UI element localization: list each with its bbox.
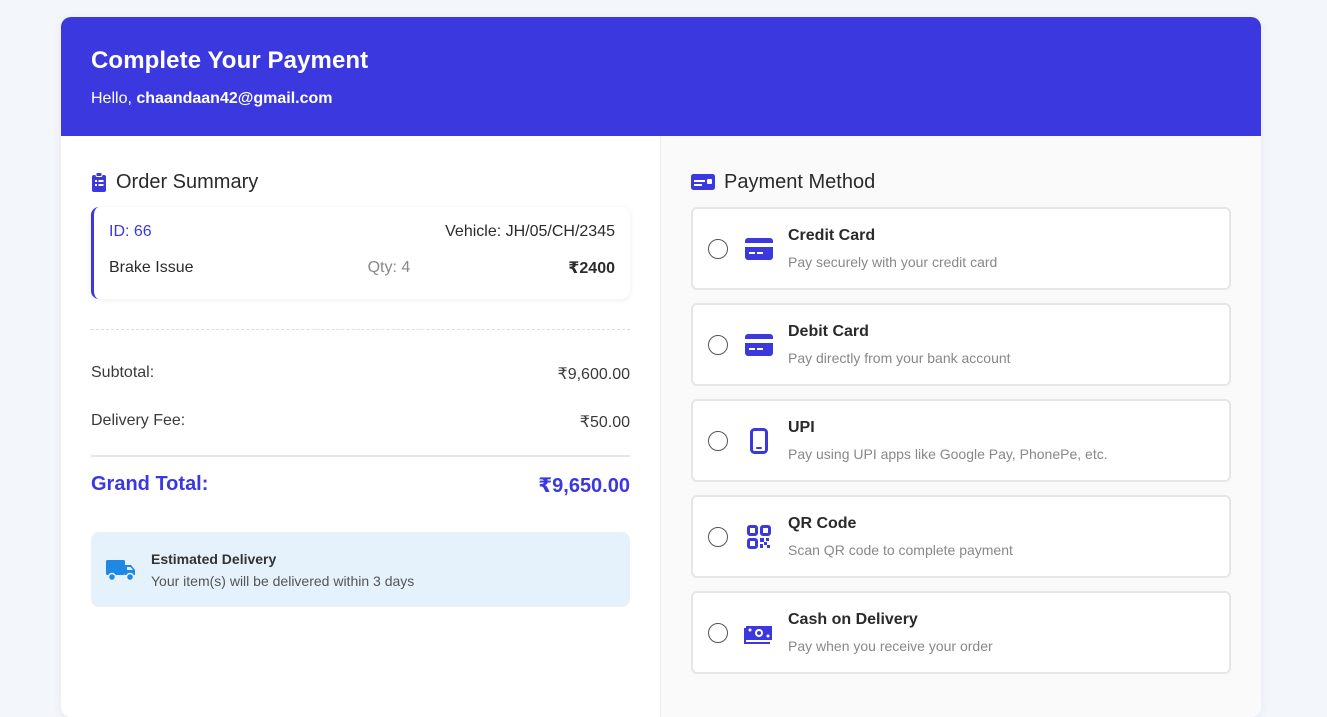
- order-item-price: ₹2400: [568, 260, 615, 277]
- credit-card-title: Credit Card: [788, 227, 876, 244]
- debit-card-radio[interactable]: [708, 334, 728, 355]
- credit-card-subtitle: Pay securely with your credit card: [788, 254, 998, 270]
- clipboard-icon: [91, 172, 107, 192]
- subtotal-label: Subtotal:: [91, 364, 155, 381]
- grand-total-value: ₹9,650.00: [538, 475, 630, 497]
- grand-total-row: Grand Total: ₹9,650.00: [91, 473, 630, 498]
- payment-options-list: Credit Card Pay securely with your credi…: [691, 207, 1231, 674]
- order-item-card: ID: 66 Vehicle: JH/05/CH/2345 Brake Issu…: [91, 207, 630, 299]
- page-header: Complete Your Payment Hello, chaandaan42…: [61, 17, 1261, 136]
- id-card-icon: [691, 174, 715, 190]
- credit-card-icon: [744, 234, 774, 264]
- qr-code-icon: [744, 522, 774, 552]
- grand-total-label: Grand Total:: [91, 473, 209, 495]
- order-summary-panel: Order Summary ID: 66 Vehicle: JH/05/CH/2…: [61, 136, 661, 717]
- payment-option-debit-card[interactable]: Debit Card Pay directly from your bank a…: [691, 303, 1231, 386]
- upi-title: UPI: [788, 419, 815, 436]
- qr-code-title: QR Code: [788, 515, 857, 532]
- page-title: Complete Your Payment: [91, 47, 369, 74]
- estimated-delivery-text: Your item(s) will be delivered within 3 …: [151, 572, 415, 589]
- order-summary-heading: Order Summary: [91, 170, 630, 194]
- payment-method-title: Payment Method: [724, 170, 876, 193]
- subtotal-value: ₹9,600.00: [557, 366, 630, 383]
- qr-code-subtitle: Scan QR code to complete payment: [788, 542, 1013, 558]
- debit-card-icon: [744, 330, 774, 360]
- truck-icon: [105, 557, 137, 583]
- subtotal-row: Subtotal: ₹9,600.00: [91, 364, 630, 384]
- payment-option-upi[interactable]: UPI Pay using UPI apps like Google Pay, …: [691, 399, 1231, 482]
- payment-option-qr-code[interactable]: QR Code Scan QR code to complete payment: [691, 495, 1231, 578]
- service-name: Brake Issue: [109, 259, 194, 276]
- payment-option-credit-card[interactable]: Credit Card Pay securely with your credi…: [691, 207, 1231, 290]
- user-email: chaandaan42@gmail.com: [136, 90, 333, 107]
- payment-method-heading: Payment Method: [691, 170, 1231, 194]
- debit-card-title: Debit Card: [788, 323, 869, 340]
- debit-card-subtitle: Pay directly from your bank account: [788, 350, 1011, 366]
- qr-code-radio[interactable]: [708, 526, 728, 547]
- estimated-delivery-title: Estimated Delivery: [151, 550, 277, 567]
- vehicle-number: Vehicle: JH/05/CH/2345: [445, 223, 615, 240]
- credit-card-radio[interactable]: [708, 238, 728, 259]
- cash-on-delivery-title: Cash on Delivery: [788, 611, 918, 628]
- delivery-fee-label: Delivery Fee:: [91, 412, 186, 429]
- order-summary-title: Order Summary: [116, 170, 259, 193]
- cash-on-delivery-subtitle: Pay when you receive your order: [788, 638, 993, 654]
- upi-radio[interactable]: [708, 430, 728, 451]
- mobile-phone-icon: [744, 426, 774, 456]
- dashed-divider: [91, 329, 630, 330]
- total-divider: [91, 455, 630, 457]
- greeting: Hello, chaandaan42@gmail.com: [91, 90, 1231, 108]
- payment-method-panel: Payment Method Credit Card Pay securely …: [661, 136, 1261, 717]
- cash-on-delivery-radio[interactable]: [708, 622, 728, 643]
- delivery-fee-value: ₹50.00: [579, 414, 630, 431]
- order-id: ID: 66: [109, 223, 152, 240]
- greeting-prefix: Hello,: [91, 90, 132, 107]
- estimated-delivery-box: Estimated Delivery Your item(s) will be …: [91, 532, 630, 607]
- upi-subtitle: Pay using UPI apps like Google Pay, Phon…: [788, 446, 1108, 462]
- payment-option-cash-on-delivery[interactable]: Cash on Delivery Pay when you receive yo…: [691, 591, 1231, 674]
- cash-icon: [744, 618, 774, 648]
- payment-card: Complete Your Payment Hello, chaandaan42…: [61, 17, 1261, 717]
- order-quantity: Qty: 4: [367, 259, 411, 276]
- delivery-fee-row: Delivery Fee: ₹50.00: [91, 412, 630, 432]
